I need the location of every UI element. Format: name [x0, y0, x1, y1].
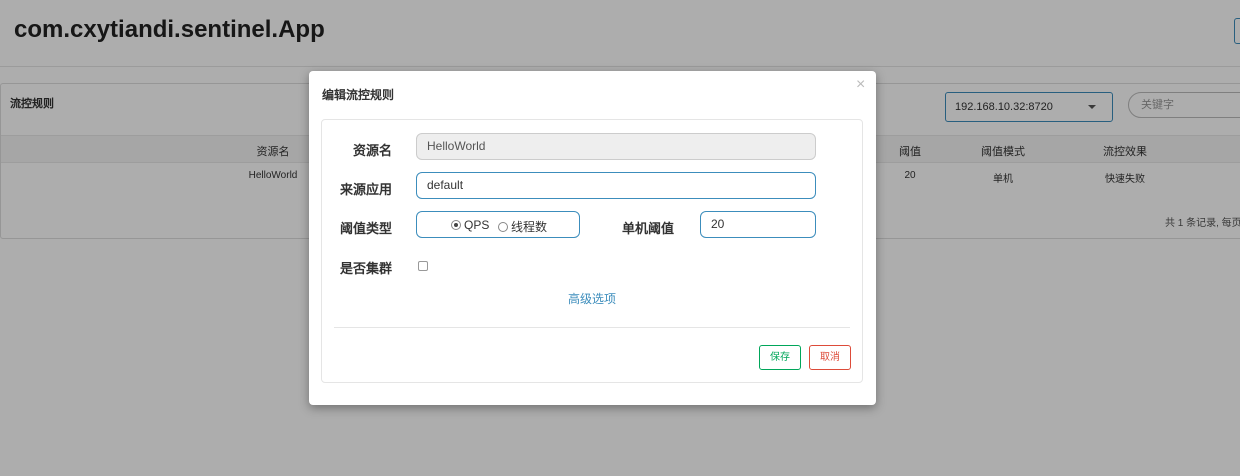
resource-label: 资源名 — [353, 143, 393, 158]
single-threshold-field[interactable]: 20 — [700, 211, 816, 238]
dialog-form: 资源名 HelloWorld 来源应用 default 阈值类型 QPS 线程数… — [321, 119, 863, 383]
cluster-label: 是否集群 — [340, 261, 393, 276]
edit-flow-rule-dialog: 编辑流控规则 × 资源名 HelloWorld 来源应用 default 阈值类… — [309, 71, 876, 405]
threshold-type-radio-group: QPS 线程数 — [416, 211, 580, 238]
cluster-checkbox[interactable] — [418, 261, 428, 271]
radio-unchecked-icon — [498, 221, 508, 232]
radio-checked-icon — [451, 220, 461, 230]
close-icon[interactable]: × — [856, 76, 865, 94]
radio-qps-label: QPS — [464, 218, 490, 232]
dialog-title: 编辑流控规则 — [322, 88, 395, 102]
radio-qps[interactable]: QPS — [451, 218, 489, 232]
threshold-type-label: 阈值类型 — [340, 221, 393, 236]
source-app-field[interactable]: default — [416, 172, 816, 199]
cancel-button[interactable]: 取消 — [809, 345, 851, 370]
advanced-options-link[interactable]: 高级选项 — [322, 290, 862, 307]
single-threshold-label: 单机阈值 — [622, 221, 675, 236]
radio-threads[interactable]: 线程数 — [498, 218, 547, 235]
source-app-label: 来源应用 — [340, 182, 393, 197]
form-divider — [334, 327, 850, 328]
resource-field: HelloWorld — [416, 133, 816, 160]
radio-threads-label: 线程数 — [511, 220, 548, 234]
save-button[interactable]: 保存 — [759, 345, 801, 370]
